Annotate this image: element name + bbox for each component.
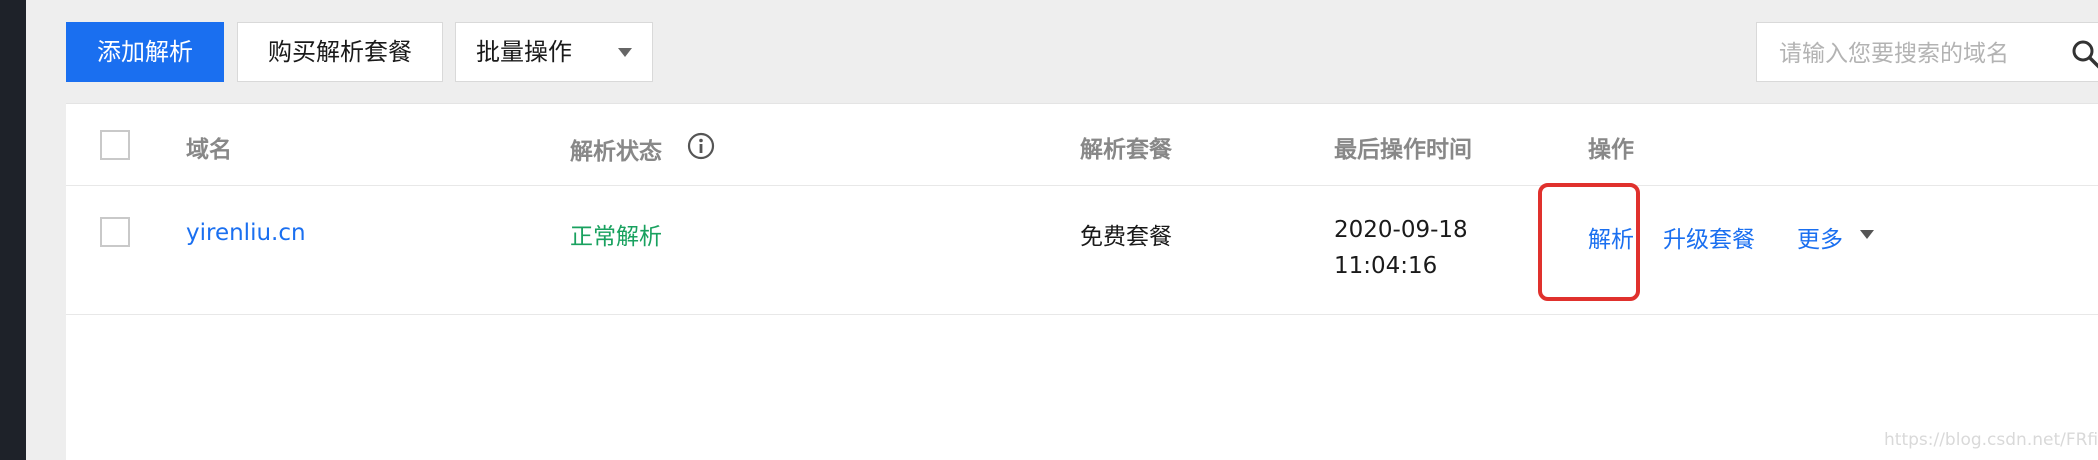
header-package: 解析套餐 [1080,137,1172,163]
search-input[interactable] [1777,35,2041,73]
select-all-checkbox[interactable] [100,130,130,160]
dns-console: 添加解析 购买解析套餐 批量操作 域名 解析状态 解析套餐 最后操作时间 操作 [0,0,2098,460]
chevron-down-icon [618,48,632,57]
more-actions-link[interactable]: 更多 [1797,220,1843,254]
last-op-time: 11:04:16 [1334,253,1438,279]
header-domain: 域名 [186,137,232,163]
domain-search [1756,22,2098,82]
highlight-annotation [1538,183,1640,301]
batch-operation-select[interactable]: 批量操作 [455,22,653,82]
header-actions: 操作 [1588,137,1634,163]
domain-link[interactable]: yirenliu.cn [186,220,306,246]
buy-package-button[interactable]: 购买解析套餐 [237,22,443,82]
last-op-date: 2020-09-18 [1334,217,1468,243]
toolbar: 添加解析 购买解析套餐 批量操作 [0,0,2098,100]
header-divider [66,185,2098,186]
header-last-op-time: 最后操作时间 [1334,137,1472,163]
domain-table: 域名 解析状态 解析套餐 最后操作时间 操作 yirenliu.cn 正常解析 … [66,103,2098,460]
more-chevron-down-icon[interactable] [1860,230,1874,239]
watermark: https://blog.csdn.net/FRfiddle [1884,430,2098,450]
search-icon[interactable] [2071,39,2098,69]
row-divider [66,314,2098,315]
upgrade-package-link[interactable]: 升级套餐 [1663,220,1755,254]
info-icon[interactable] [687,132,715,160]
row-checkbox[interactable] [100,217,130,247]
batch-operation-label: 批量操作 [476,38,572,66]
package-name: 免费套餐 [1080,224,1172,250]
header-status: 解析状态 [570,139,662,165]
add-record-button[interactable]: 添加解析 [66,22,224,82]
status-badge: 正常解析 [570,224,662,250]
